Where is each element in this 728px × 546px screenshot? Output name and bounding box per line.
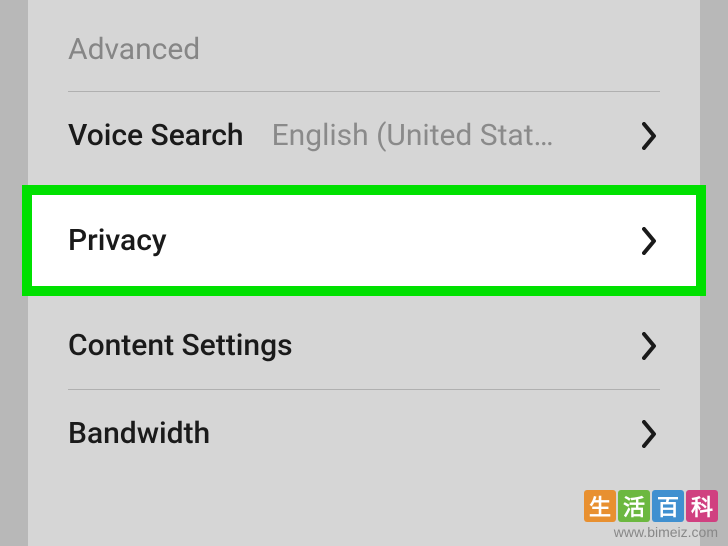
watermark-logo: 生 活 百 科 [584,490,718,522]
chevron-right-icon [640,120,660,152]
settings-panel: Advanced Voice Search English (United St… [28,0,700,546]
voice-search-label: Voice Search [68,118,244,153]
watermark-char: 活 [618,490,650,522]
bandwidth-label: Bandwidth [68,416,210,451]
list-item-voice-search[interactable]: Voice Search English (United Stat… [28,92,700,179]
voice-search-value: English (United Stat… [272,118,640,153]
chevron-right-icon [640,225,660,257]
watermark-char: 科 [686,490,718,522]
watermark-url: www.bimeiz.com [584,524,718,540]
list-item-content-settings[interactable]: Content Settings [28,302,700,389]
highlighted-row: Privacy [28,185,700,296]
list-item-privacy[interactable]: Privacy [28,185,700,296]
watermark-char: 百 [652,490,684,522]
watermark: 生 活 百 科 www.bimeiz.com [584,490,718,540]
section-header-advanced: Advanced [28,0,700,91]
chevron-right-icon [640,330,660,362]
content-settings-label: Content Settings [68,328,293,363]
chevron-right-icon [640,418,660,450]
watermark-char: 生 [584,490,616,522]
list-item-bandwidth[interactable]: Bandwidth [28,390,700,477]
privacy-label: Privacy [68,223,167,258]
